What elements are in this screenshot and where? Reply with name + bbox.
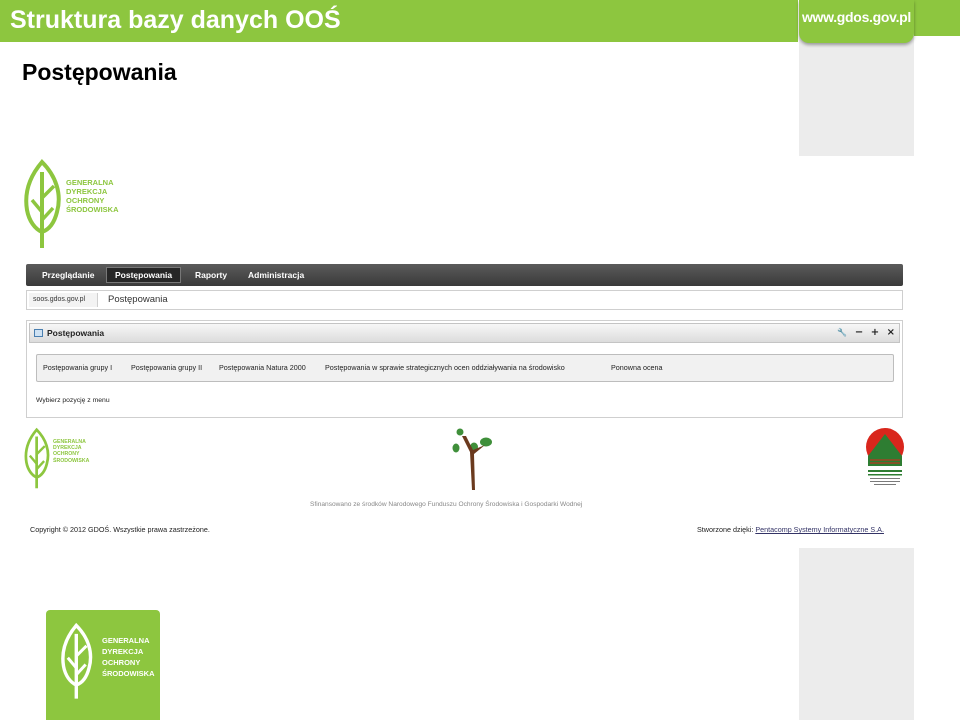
url-badge-text: www.gdos.gov.pl bbox=[801, 9, 912, 25]
portlet-menu: Postępowania grupy I Postępowania grupy … bbox=[36, 354, 894, 382]
portlet-title: Postępowania bbox=[47, 328, 105, 338]
logo-text: GENERALNA DYREKCJA OCHRONY ŚRODOWISKA bbox=[102, 636, 155, 678]
menu-item-ponowna-ocena[interactable]: Ponowna ocena bbox=[611, 362, 663, 374]
logo-text: GENERALNA DYREKCJA OCHRONY ŚRODOWISKA bbox=[66, 178, 119, 214]
leaf-icon bbox=[61, 622, 93, 699]
credits: Stworzone dzięki: Pentacomp Systemy Info… bbox=[697, 525, 884, 535]
gdos-logo: GENERALNA DYREKCJA OCHRONY ŚRODOWISKA bbox=[24, 158, 124, 252]
menu-item-strategiczne-oceny[interactable]: Postępowania w sprawie strategicznych oc… bbox=[325, 362, 565, 374]
maximize-icon[interactable]: + bbox=[871, 327, 879, 338]
gdos-footer-logo: GENERALNA DYREKCJA OCHRONY ŚRODOWISKA bbox=[24, 427, 94, 491]
logo-text: GENERALNA DYREKCJA OCHRONY ŚRODOWISKA bbox=[53, 439, 90, 464]
right-accent-strip bbox=[914, 0, 960, 36]
menu-item-natura-2000[interactable]: Postępowania Natura 2000 bbox=[219, 362, 306, 374]
portlet-hint: Wybierz pozycję z menu bbox=[36, 397, 110, 404]
nav-item-postepowania[interactable]: Postępowania bbox=[106, 267, 182, 283]
portlet-controls: 🔧 − + × bbox=[833, 326, 895, 340]
portlet-postepowania: Postępowania 🔧 − + × Postępowania grupy … bbox=[26, 320, 903, 418]
portlet-header: Postępowania 🔧 − + × bbox=[29, 323, 900, 343]
close-icon[interactable]: × bbox=[887, 327, 895, 338]
nav-item-raporty[interactable]: Raporty bbox=[187, 267, 235, 283]
wrench-icon[interactable]: 🔧 bbox=[837, 328, 847, 337]
minimize-icon[interactable]: − bbox=[855, 327, 863, 338]
breadcrumb-home-link[interactable]: soos.gdos.gov.pl bbox=[29, 293, 99, 307]
credits-prefix: Stworzone dzięki: bbox=[697, 525, 756, 534]
gray-column-bottom bbox=[799, 548, 914, 720]
window-icon bbox=[34, 329, 43, 337]
url-badge: www.gdos.gov.pl bbox=[799, 0, 914, 43]
leaf-icon bbox=[24, 427, 50, 489]
nfos-logo-icon bbox=[866, 428, 904, 485]
nav-item-administracja[interactable]: Administracja bbox=[240, 267, 312, 283]
breadcrumb: soos.gdos.gov.pl Postępowania bbox=[26, 290, 903, 310]
slide-title-bar: Struktura bazy danych OOŚ bbox=[0, 0, 798, 42]
funding-note: Sfinansowano ze środków Narodowego Fundu… bbox=[310, 501, 583, 508]
credits-link[interactable]: Pentacomp Systemy Informatyczne S.A. bbox=[755, 525, 884, 534]
menu-item-grupy-ii[interactable]: Postępowania grupy II bbox=[131, 362, 202, 374]
main-nav: Przeglądanie Postępowania Raporty Admini… bbox=[26, 264, 903, 286]
tree-icon bbox=[452, 428, 492, 490]
nav-item-przegladanie[interactable]: Przeglądanie bbox=[34, 267, 102, 283]
slide-heading: Postępowania bbox=[22, 59, 177, 85]
copyright: Copyright © 2012 GDOŚ. Wszystkie prawa z… bbox=[30, 525, 210, 534]
menu-item-grupy-i[interactable]: Postępowania grupy I bbox=[43, 362, 112, 374]
leaf-icon bbox=[24, 159, 61, 248]
breadcrumb-current: Postępowania bbox=[108, 294, 168, 305]
gdos-slide-logo: GENERALNA DYREKCJA OCHRONY ŚRODOWISKA bbox=[46, 610, 160, 720]
slide-title: Struktura bazy danych OOŚ bbox=[10, 6, 341, 34]
